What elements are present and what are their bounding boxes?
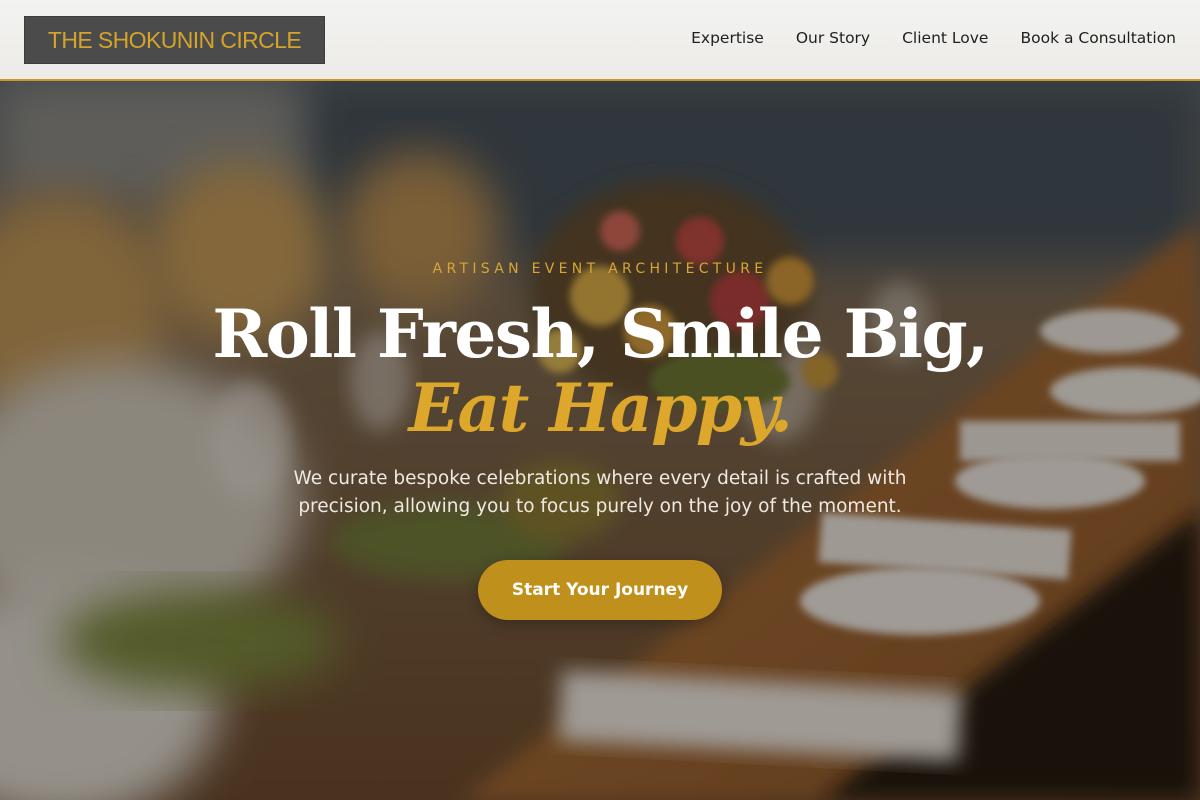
nav-link-client-love[interactable]: Client Love: [902, 29, 988, 47]
start-journey-button[interactable]: Start Your Journey: [478, 560, 722, 620]
hero-headline-accent: Eat Happy.: [408, 369, 793, 447]
site-header: THE SHOKUNIN CIRCLE Expertise Our Story …: [0, 0, 1200, 81]
hero-eyebrow: ARTISAN EVENT ARCHITECTURE: [432, 261, 768, 277]
nav-link-expertise[interactable]: Expertise: [691, 29, 764, 47]
main-nav: Expertise Our Story Client Love Book a C…: [691, 29, 1176, 47]
landing-page: THE SHOKUNIN CIRCLE Expertise Our Story …: [0, 0, 1200, 800]
nav-link-our-story[interactable]: Our Story: [796, 29, 870, 47]
hero-section: ARTISAN EVENT ARCHITECTURE Roll Fresh, S…: [0, 81, 1200, 800]
site-logo[interactable]: THE SHOKUNIN CIRCLE: [24, 16, 325, 64]
nav-link-book-consultation[interactable]: Book a Consultation: [1020, 29, 1176, 47]
logo-text: THE SHOKUNIN CIRCLE: [47, 26, 302, 53]
hero-subtext: We curate bespoke celebrations where eve…: [293, 468, 907, 517]
